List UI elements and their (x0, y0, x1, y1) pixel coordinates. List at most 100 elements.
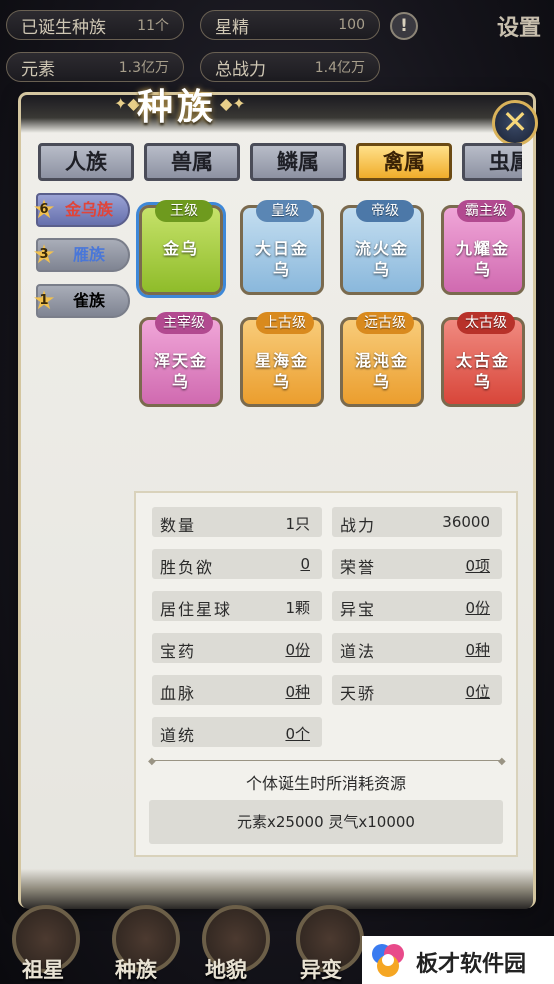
side-item-count: 6 (39, 202, 49, 217)
stat-value-link[interactable]: 0份 (465, 597, 490, 618)
element-value: 1.3亿万 (118, 60, 169, 76)
stat-combat: 战力 36000 (332, 507, 502, 537)
species-name: 九耀金乌 (455, 239, 510, 279)
element-label: 元素 (21, 59, 55, 80)
panel-top-frame (21, 95, 533, 133)
panel-bottom-frame (21, 869, 533, 909)
species-name: 流火金乌 (354, 239, 409, 279)
species-name: 星海金乌 (254, 351, 309, 391)
stat-value: 1颗 (285, 599, 310, 617)
species-card[interactable]: 皇级 大日金乌 (240, 200, 324, 295)
species-card[interactable]: 帝级 流火金乌 (340, 200, 424, 295)
rank-badge: 远古级 (356, 312, 414, 334)
born-species-label: 已诞生种族 (21, 17, 106, 38)
stat-value-link[interactable]: 0项 (465, 555, 490, 576)
title-left-ornament-icon: ✦◆ (114, 94, 140, 113)
alert-icon[interactable]: ! (390, 12, 418, 40)
stat-label: 居住星球 (160, 600, 233, 619)
stat-label: 天骄 (340, 684, 377, 703)
rank-badge: 上古级 (256, 312, 314, 334)
stat-dharma[interactable]: 道法 0种 (332, 633, 502, 663)
side-item-label: 雁族 (72, 245, 105, 264)
species-name: 浑天金乌 (153, 351, 208, 391)
stat-value-link[interactable]: 0种 (465, 639, 490, 660)
nav-mutation[interactable]: 异变 (300, 954, 342, 984)
stat-value-link[interactable]: 0 (300, 555, 310, 573)
species-card[interactable]: 上古级 星海金乌 (240, 312, 324, 407)
nav-terrain[interactable]: 地貌 (205, 954, 247, 984)
species-name: 混沌金乌 (354, 351, 409, 391)
stat-value-link[interactable]: 0份 (285, 639, 310, 660)
watermark-logo-icon (372, 944, 404, 977)
tab-bird[interactable]: 禽属 (356, 143, 452, 181)
stat-label: 数量 (160, 516, 197, 535)
species-card[interactable]: 王级 金乌 (139, 200, 223, 295)
divider-right-ornament-icon: ◆ (498, 756, 506, 767)
tab-human[interactable]: 人族 (38, 143, 134, 181)
species-name: 大日金乌 (254, 239, 309, 279)
stat-label: 胜负欲 (160, 558, 215, 577)
settings-button[interactable]: 设置 (497, 10, 541, 42)
stat-bloodline[interactable]: 血脉 0种 (152, 675, 322, 705)
stat-value: 1只 (285, 515, 310, 533)
stat-medicine[interactable]: 宝药 0份 (152, 633, 322, 663)
stat-label: 道统 (160, 726, 197, 745)
page-title: 种族 (137, 87, 218, 128)
stat-competitiveness[interactable]: 胜负欲 0 (152, 549, 322, 579)
species-card[interactable]: 远古级 混沌金乌 (340, 312, 424, 407)
species-name: 金乌 (162, 239, 199, 258)
species-name: 太古金乌 (455, 351, 510, 391)
stat-home-planet: 居住星球 1颗 (152, 591, 322, 621)
stat-label: 道法 (340, 642, 377, 661)
species-card[interactable]: 太古级 太古金乌 (441, 312, 525, 407)
born-species-counter: 已诞生种族 11个 (6, 10, 184, 40)
cost-title: 个体诞生时所消耗资源 (245, 774, 406, 793)
side-item-label: 雀族 (72, 291, 105, 310)
rank-badge: 太古级 (457, 312, 515, 334)
tab-beast[interactable]: 兽属 (144, 143, 240, 181)
rank-badge: 王级 (155, 200, 213, 222)
nav-species[interactable]: 种族 (115, 954, 157, 984)
stat-value-link[interactable]: 0个 (285, 723, 310, 744)
cost-detail: 元素x25000 灵气x10000 (149, 800, 503, 844)
close-icon: ✕ (501, 103, 529, 141)
rank-badge: 帝级 (356, 200, 414, 222)
side-item-label: 金乌族 (64, 200, 113, 219)
side-item-count: 3 (39, 247, 49, 262)
stat-label: 宝药 (160, 642, 197, 661)
species-card[interactable]: 霸主级 九耀金乌 (441, 200, 525, 295)
stat-value: 36000 (442, 513, 490, 531)
rank-badge: 皇级 (256, 200, 314, 222)
combat-label: 总战力 (215, 59, 266, 80)
tab-insect[interactable]: 虫属 (462, 143, 522, 181)
stat-honor[interactable]: 荣誉 0项 (332, 549, 502, 579)
star-essence-label: 星精 (215, 17, 249, 38)
tab-scale[interactable]: 鳞属 (250, 143, 346, 181)
rank-badge: 霸主级 (457, 200, 515, 222)
stat-label: 异宝 (340, 600, 377, 619)
tab-insect-clip: 虫属 (462, 140, 522, 184)
divider (152, 760, 502, 761)
stat-label: 荣誉 (340, 558, 377, 577)
stat-label: 战力 (340, 516, 377, 535)
combat-counter: 总战力 1.4亿万 (200, 52, 380, 82)
stat-prodigy[interactable]: 天骄 0位 (332, 675, 502, 705)
stat-value-link[interactable]: 0位 (465, 681, 490, 702)
title-right-ornament-icon: ◆✦ (220, 94, 246, 113)
nav-home[interactable]: 祖星 (22, 954, 64, 984)
stat-label: 血脉 (160, 684, 197, 703)
star-essence-counter: 星精 100 (200, 10, 380, 40)
watermark: 板才软件园 (362, 936, 554, 984)
stat-quantity: 数量 1只 (152, 507, 322, 537)
stat-value-link[interactable]: 0种 (285, 681, 310, 702)
watermark-text: 板才软件园 (416, 952, 527, 977)
stat-treasure[interactable]: 异宝 0份 (332, 591, 502, 621)
stat-lineage[interactable]: 道统 0个 (152, 717, 322, 747)
star-essence-value: 100 (338, 17, 365, 33)
species-card[interactable]: 主宰级 浑天金乌 (139, 312, 223, 407)
side-item-count: 1 (39, 293, 49, 308)
combat-value: 1.4亿万 (314, 60, 365, 76)
rank-badge: 主宰级 (155, 312, 213, 334)
divider-left-ornament-icon: ◆ (148, 756, 156, 767)
born-species-value: 11个 (137, 18, 169, 34)
